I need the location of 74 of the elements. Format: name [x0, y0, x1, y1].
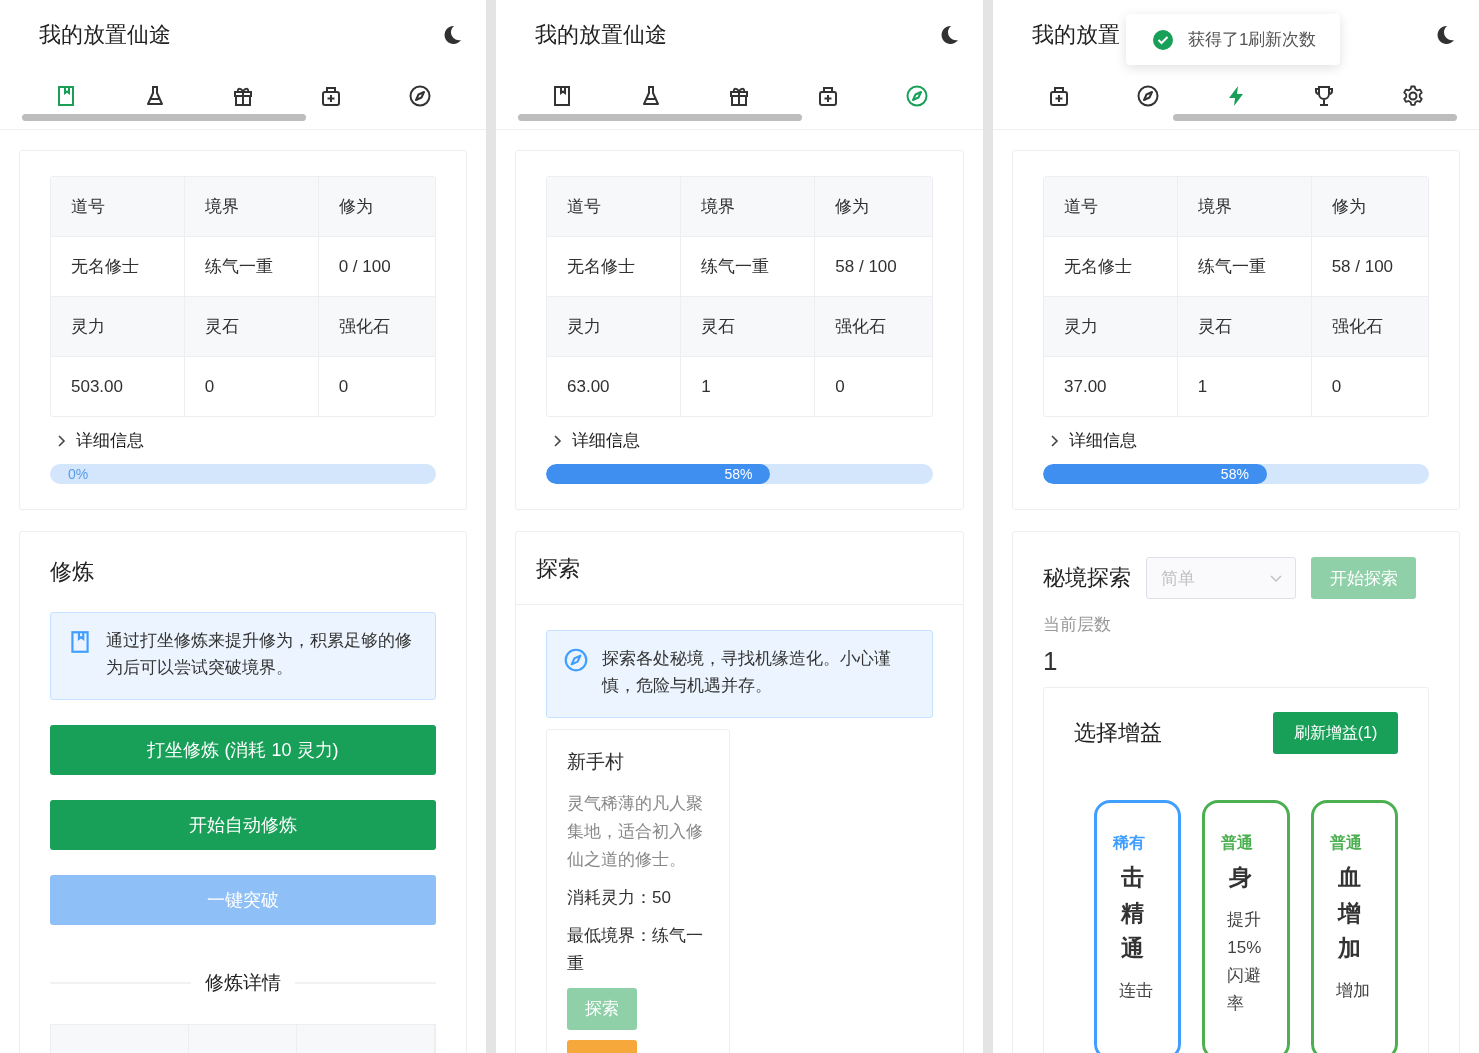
- details-toggle[interactable]: 详细信息: [550, 429, 933, 452]
- buff-rarity: 稀有: [1113, 833, 1146, 853]
- buff-panel-title: 选择增益: [1074, 719, 1162, 747]
- column-header: 强化石: [318, 297, 435, 357]
- app-title: 我的放置: [1032, 21, 1120, 49]
- compass-icon: [904, 84, 929, 108]
- settings-icon: [1400, 84, 1425, 108]
- action-button[interactable]: 开始自动修炼: [50, 800, 436, 850]
- details-toggle[interactable]: 详细信息: [1047, 429, 1429, 452]
- column-header: 灵力: [51, 297, 185, 357]
- buff-description: 连击: [1119, 979, 1154, 1002]
- location-min-realm: 最低境界：练气一重: [567, 925, 704, 975]
- table-cell-text: 0: [337, 375, 350, 398]
- scrollbar-thumb[interactable]: [518, 114, 802, 121]
- compass-icon: [562, 647, 590, 673]
- section-title: 修炼: [50, 558, 95, 586]
- column-header: 灵石: [681, 297, 816, 357]
- column-header: 强化石: [1311, 297, 1428, 357]
- table-cell: 1: [1177, 357, 1312, 416]
- buff-card[interactable]: 稀有 击精通 连击: [1094, 800, 1182, 1053]
- divider-title: 修炼详情: [205, 971, 281, 995]
- compass-icon: [1135, 84, 1160, 108]
- refresh-button[interactable]: 刷新增益(1): [1273, 712, 1398, 754]
- column-header: 境界: [184, 177, 319, 237]
- scrollbar-thumb[interactable]: [22, 114, 306, 121]
- compass-icon: [407, 84, 432, 108]
- table-cell: 503.00: [51, 357, 185, 416]
- column-header: 修为: [815, 177, 932, 237]
- buff-name: 击精通: [1121, 863, 1144, 964]
- column-header: 道号: [51, 177, 185, 237]
- column-header: 境界: [681, 177, 816, 237]
- section-title: 秘境探索: [1043, 564, 1131, 592]
- table-cell: 37.00: [1044, 357, 1178, 416]
- action-button[interactable]: 打坐修炼 (消耗 10 灵力): [50, 725, 436, 775]
- floor-value: 1: [1043, 646, 1059, 677]
- column-header: 灵石: [184, 297, 319, 357]
- table-cell: 1: [681, 357, 816, 416]
- notice-text: 通过打坐修炼来提升修为，积累足够的修为后可以尝试突破境界。: [106, 630, 413, 679]
- progress-label: 0%: [67, 465, 90, 484]
- buff-description: 提升15%闪避率: [1227, 908, 1263, 1015]
- buff-rarity: 普通: [1221, 833, 1255, 853]
- column-header: 道号: [547, 177, 682, 237]
- app-title: 我的放置仙途: [39, 21, 171, 49]
- location-description: 灵气稀薄的凡人聚集地，适合初入修仙之道的修士。: [567, 793, 704, 871]
- buff-name: 血增加: [1337, 863, 1361, 964]
- table-cell: 0: [184, 357, 319, 416]
- column-header: 灵石: [1177, 297, 1312, 357]
- column-header: 灵力: [547, 297, 682, 357]
- column-header: 强化石: [815, 297, 932, 357]
- details-toggle[interactable]: 详细信息: [54, 429, 436, 452]
- buff-name: 身: [1229, 863, 1253, 892]
- check-icon: [1152, 28, 1174, 51]
- column-header: 道号: [1044, 177, 1178, 237]
- location-cost: 消耗灵力：50: [567, 887, 672, 909]
- column-header: 修为: [318, 177, 435, 237]
- location-name: 新手村: [567, 750, 625, 774]
- buff-description: 增加: [1335, 979, 1371, 1002]
- buff-card[interactable]: 普通 血增加 增加: [1310, 800, 1398, 1053]
- app-title: 我的放置仙途: [535, 21, 667, 49]
- floor-label: 当前层数: [1043, 614, 1112, 636]
- column-header: 境界: [1177, 177, 1312, 237]
- buff-card[interactable]: 普通 身 提升15%闪避率: [1202, 800, 1290, 1053]
- scrollbar-thumb[interactable]: [1173, 114, 1457, 121]
- progress-label: 58%: [1219, 465, 1250, 484]
- table-cell-text: 0: [834, 375, 846, 398]
- table-cell: 63.00: [547, 357, 682, 416]
- column-header: 修为: [1311, 177, 1428, 237]
- section-title: 探索: [536, 556, 580, 581]
- notice-text: 探索各处秘境，寻找机缘造化。小心谨慎，危险与机遇并存。: [602, 648, 892, 697]
- toast-text: 获得了1刷新次数: [1188, 29, 1317, 51]
- column-header: 灵力: [1044, 297, 1178, 357]
- table-cell-text: 0: [1330, 375, 1343, 398]
- progress-label: 58%: [723, 465, 754, 484]
- buff-rarity: 普通: [1329, 833, 1363, 853]
